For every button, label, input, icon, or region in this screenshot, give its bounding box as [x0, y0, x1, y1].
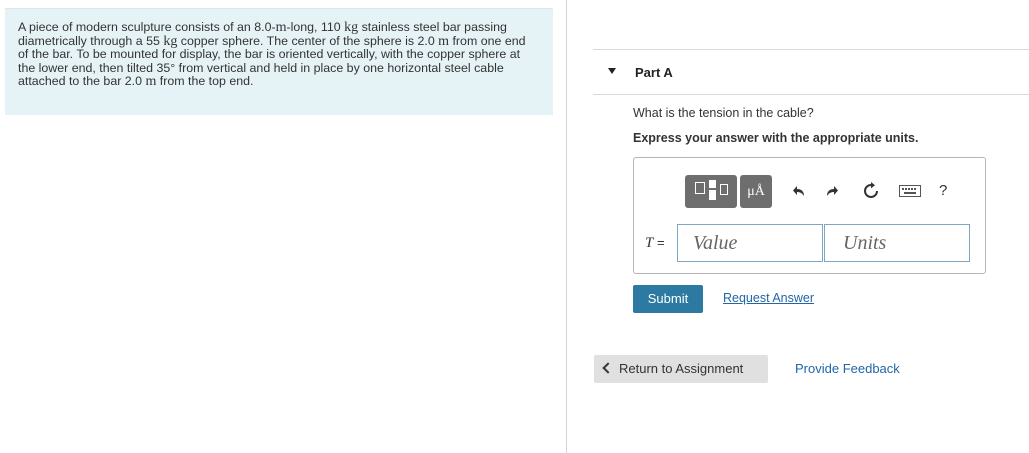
- problem-statement: A piece of modern sculpture consists of …: [5, 8, 553, 115]
- instruction-text: Express your answer with the appropriate…: [633, 131, 919, 145]
- return-to-assignment-button[interactable]: Return to Assignment: [594, 355, 768, 383]
- help-button[interactable]: ?: [939, 182, 947, 199]
- template-square-icon: [709, 190, 716, 200]
- template-square-icon: [695, 182, 705, 194]
- template-square-icon: [720, 184, 728, 195]
- reset-icon[interactable]: [861, 181, 881, 201]
- template-square-icon: [709, 180, 716, 188]
- value-input[interactable]: Value: [677, 224, 823, 262]
- answer-box: μÅ ? T = Value Units: [633, 157, 986, 274]
- undo-icon[interactable]: [790, 181, 810, 201]
- problem-text-segment: copper sphere. The center of the sphere …: [177, 33, 439, 48]
- templates-button[interactable]: [685, 175, 737, 208]
- problem-text-segment: -long, 110: [286, 20, 345, 34]
- variable-label: T =: [645, 235, 665, 252]
- chevron-left-icon: [602, 362, 614, 374]
- part-title: Part A: [635, 65, 673, 80]
- equals-sign: =: [653, 235, 665, 250]
- unit-symbol: m: [145, 74, 157, 90]
- request-answer-link[interactable]: Request Answer: [723, 291, 814, 305]
- page: A piece of modern sculpture consists of …: [0, 0, 1029, 453]
- collapse-triangle-icon[interactable]: [608, 68, 616, 74]
- submit-button[interactable]: Submit: [633, 285, 703, 313]
- units-input[interactable]: Units: [824, 224, 970, 262]
- problem-text-segment: A piece of modern sculpture consists of …: [18, 20, 276, 34]
- column-divider: [566, 0, 567, 453]
- return-label: Return to Assignment: [619, 361, 744, 376]
- problem-text-segment: from the top end.: [156, 74, 254, 89]
- question-text: What is the tension in the cable?: [633, 106, 814, 120]
- redo-icon[interactable]: [821, 181, 841, 201]
- part-header[interactable]: Part A: [593, 49, 1029, 95]
- keyboard-icon[interactable]: [898, 181, 922, 201]
- units-symbol-button[interactable]: μÅ: [740, 175, 772, 208]
- provide-feedback-link[interactable]: Provide Feedback: [795, 361, 900, 376]
